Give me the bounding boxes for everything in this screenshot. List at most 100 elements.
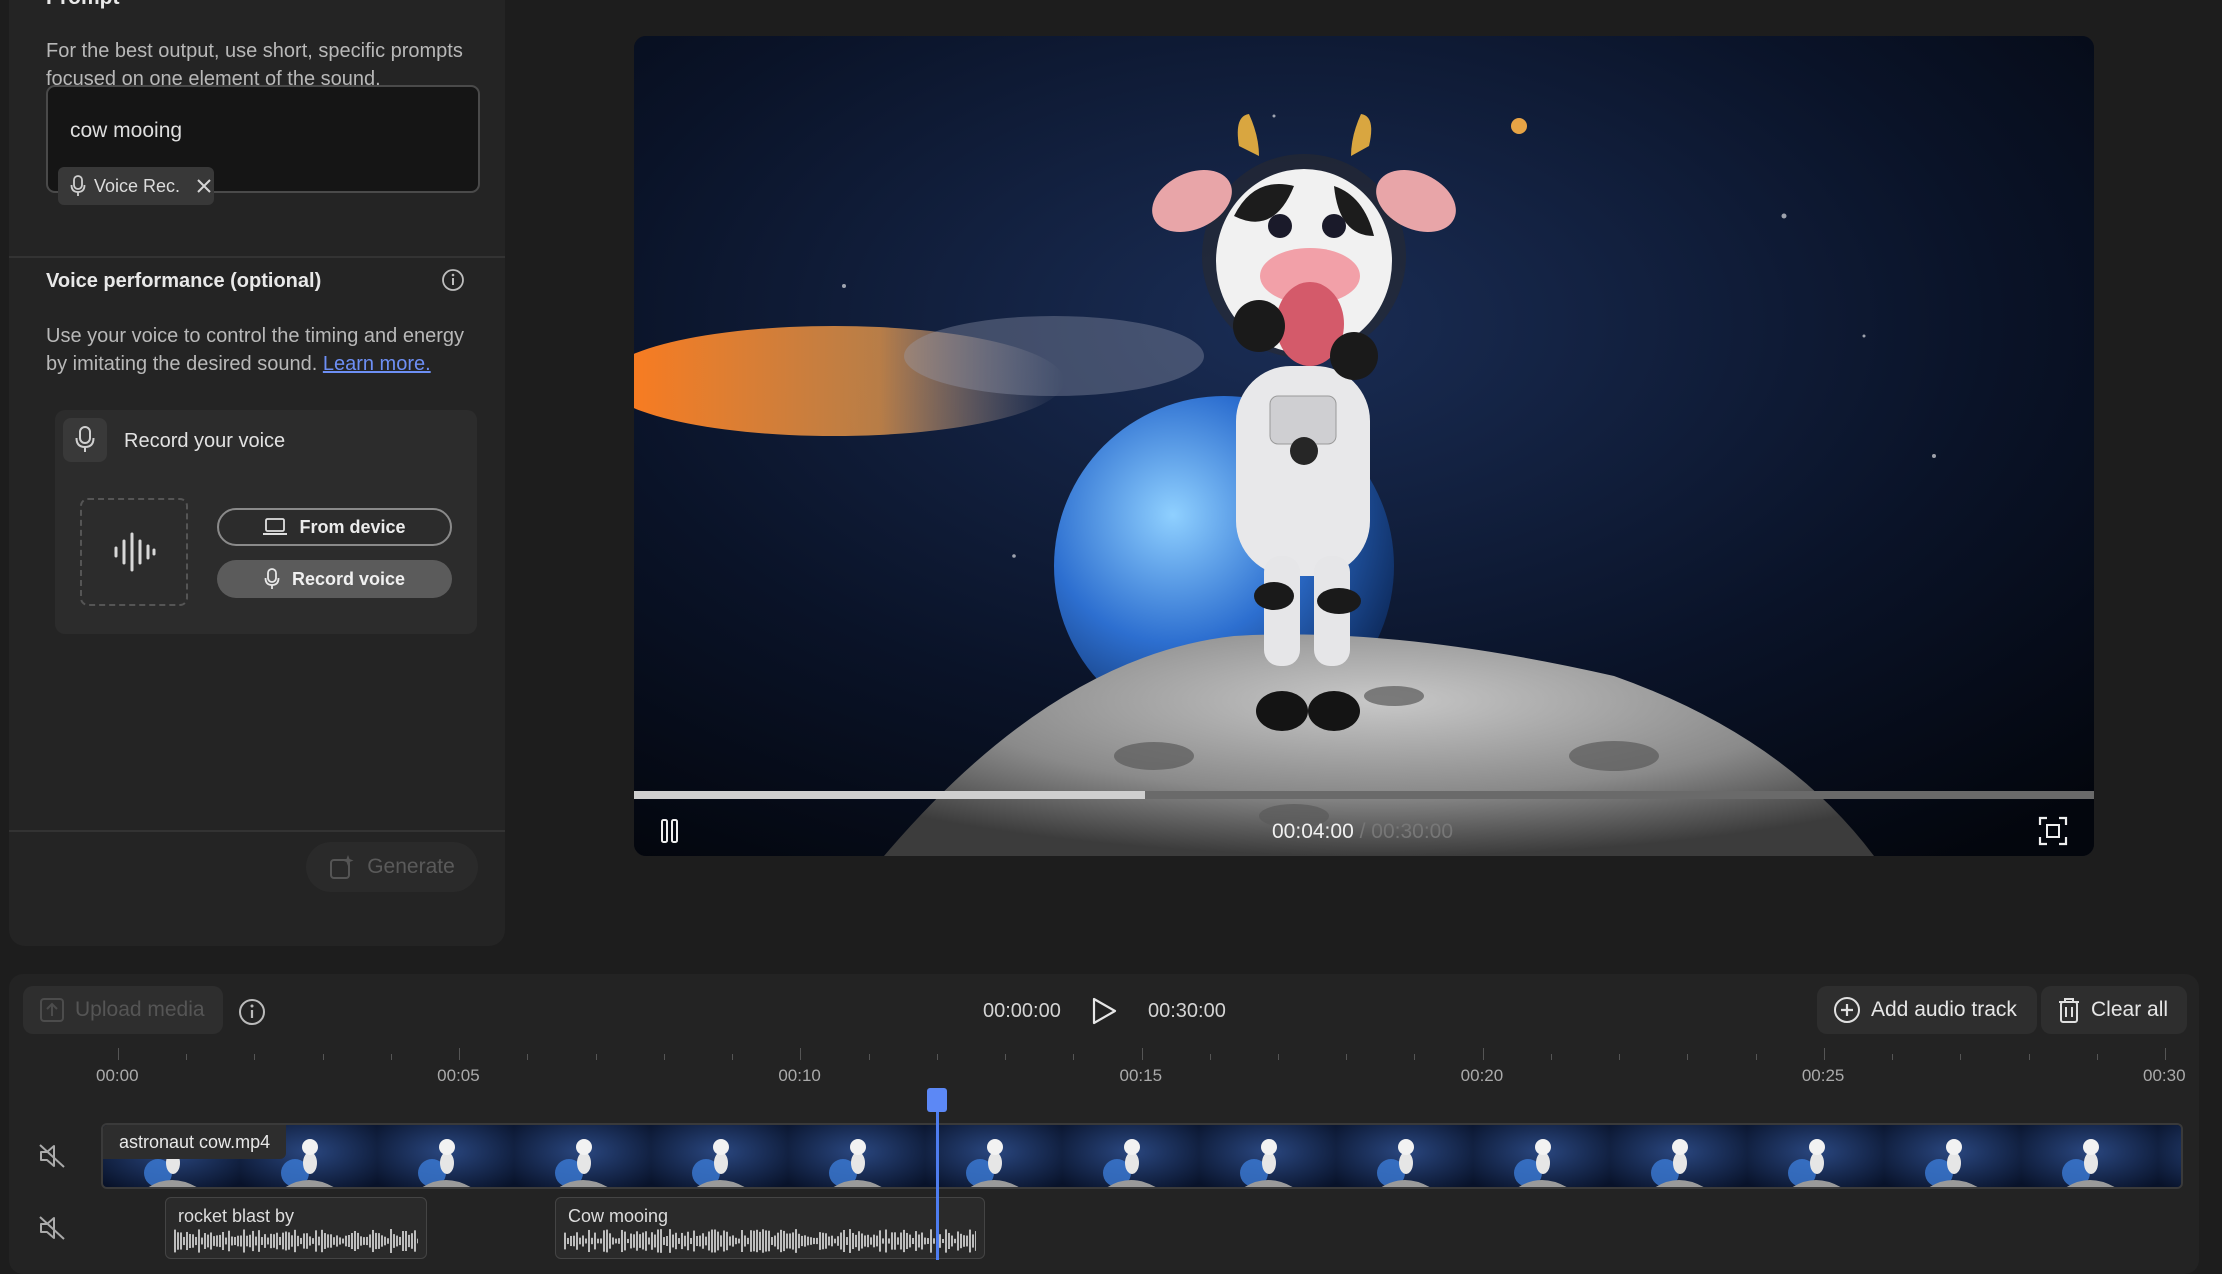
waveform-bar <box>369 1234 371 1248</box>
generate-sparkle-icon <box>329 854 355 880</box>
remove-tag-close-icon[interactable] <box>196 178 212 194</box>
add-audio-track-button[interactable]: Add audio track <box>1817 986 2037 1034</box>
waveform-bar <box>210 1232 212 1250</box>
playhead-handle[interactable] <box>926 1088 947 1112</box>
waveform-bar <box>948 1232 950 1250</box>
ruler-label: 00:05 <box>437 1066 480 1085</box>
waveform-bar <box>696 1235 698 1247</box>
waveform-bar <box>675 1232 677 1250</box>
mute-video-track-icon[interactable] <box>38 1143 66 1169</box>
record-voice-button[interactable]: Record voice <box>217 560 452 598</box>
waveform-bar <box>177 1232 179 1250</box>
ruler-tick <box>1755 1054 1757 1060</box>
clear-all-button[interactable]: Clear all <box>2041 986 2187 1034</box>
waveform-bar <box>912 1237 914 1245</box>
waveform-bar <box>252 1230 254 1252</box>
video-track-clip[interactable]: astronaut cow.mp4 <box>101 1123 2183 1189</box>
video-frame-cow-astronaut <box>634 36 2094 856</box>
waveform-bar <box>393 1234 395 1248</box>
waveform-bar <box>873 1234 875 1248</box>
record-voice-card: Record your voice From device Record voi… <box>55 410 477 634</box>
pause-icon[interactable] <box>660 818 680 844</box>
waveform-bar <box>648 1237 650 1245</box>
info-icon[interactable] <box>441 268 465 292</box>
info-icon[interactable] <box>238 998 266 1026</box>
generate-button[interactable]: Generate <box>306 842 478 892</box>
microphone-icon <box>264 568 280 590</box>
waveform-bar <box>279 1236 281 1246</box>
waveform-bar <box>714 1229 716 1253</box>
waveform-bar <box>900 1232 902 1250</box>
waveform-bar <box>975 1231 976 1251</box>
prompt-input[interactable]: cow mooing Voice Rec. <box>46 85 480 205</box>
waveform-bar <box>231 1236 233 1246</box>
waveform-bar <box>867 1234 869 1248</box>
waveform-bar <box>756 1229 758 1253</box>
waveform-bar <box>789 1233 791 1249</box>
play-icon[interactable] <box>1090 996 1118 1026</box>
learn-more-link[interactable]: Learn more. <box>323 353 431 375</box>
video-progress-bar[interactable] <box>634 791 2094 799</box>
waveform-bar <box>753 1230 755 1252</box>
upload-media-button[interactable]: Upload media <box>23 986 223 1034</box>
prompt-text[interactable]: cow mooing <box>70 119 182 143</box>
timeline-ruler[interactable]: 00:00 00:05 00:10 00:15 00:20 00:25 00:30 <box>0 1040 2222 1090</box>
add-audio-track-label: Add audio track <box>1871 998 2017 1021</box>
waveform-bar <box>414 1230 416 1252</box>
waveform-bar <box>633 1234 635 1248</box>
waveform-bar <box>852 1232 854 1250</box>
waveform-bar <box>186 1231 188 1251</box>
waveform-bar <box>927 1238 929 1244</box>
waveform-bar <box>183 1236 185 1246</box>
generate-label: Generate <box>367 855 455 878</box>
fullscreen-icon[interactable] <box>2038 816 2068 846</box>
audio-clip-label: rocket blast by <box>178 1206 295 1226</box>
laptop-icon <box>263 518 288 536</box>
waveform-bar <box>681 1232 683 1250</box>
video-player[interactable]: 00:04:00 / 00:30:00 <box>634 36 2094 856</box>
upload-media-label: Upload media <box>75 998 205 1021</box>
ruler-tick <box>2028 1054 2030 1060</box>
ruler-tick <box>1277 1054 1279 1060</box>
video-thumbnail <box>2021 1125 2158 1187</box>
waveform-bar <box>354 1230 356 1252</box>
waveform-bar <box>813 1237 815 1245</box>
waveform-bar <box>972 1234 974 1248</box>
waveform-bar <box>876 1235 878 1247</box>
waveform-drop-zone[interactable] <box>80 498 188 606</box>
playhead-line[interactable] <box>935 1090 939 1260</box>
waveform-bar <box>963 1235 965 1247</box>
ruler-tick <box>1141 1048 1143 1060</box>
waveform-bar <box>297 1235 299 1247</box>
waveform-bar <box>894 1232 896 1250</box>
ruler-tick <box>1482 1048 1484 1060</box>
waveform-bar <box>840 1232 842 1250</box>
waveform-bar <box>573 1235 575 1247</box>
waveform-bar <box>243 1229 245 1253</box>
video-thumbnail <box>1884 1125 2021 1187</box>
waveform-bar <box>642 1232 644 1250</box>
waveform-bar <box>363 1237 365 1245</box>
waveform-bar <box>300 1237 302 1245</box>
waveform-bar <box>849 1229 851 1253</box>
waveform-bar <box>792 1232 794 1250</box>
waveform-bar <box>351 1232 353 1250</box>
waveform-bar <box>309 1236 311 1246</box>
waveform-bar <box>837 1236 839 1246</box>
waveform-bar <box>591 1237 593 1245</box>
waveform-bar <box>267 1237 269 1245</box>
waveform-bar <box>768 1230 770 1252</box>
waveform-bar <box>618 1238 620 1244</box>
ruler-tick <box>1823 1048 1825 1060</box>
waveform-bar <box>198 1229 200 1253</box>
waveform-bar <box>915 1231 917 1251</box>
mute-audio-track-icon[interactable] <box>38 1215 66 1241</box>
video-thumbnail <box>1610 1125 1747 1187</box>
add-circle-icon <box>1833 996 1861 1024</box>
waveform-bar <box>390 1229 392 1253</box>
waveform-bar <box>669 1229 671 1253</box>
waveform-bar <box>831 1235 833 1247</box>
waveform-bar <box>765 1230 767 1252</box>
ruler-tick <box>322 1054 324 1060</box>
from-device-button[interactable]: From device <box>217 508 452 546</box>
